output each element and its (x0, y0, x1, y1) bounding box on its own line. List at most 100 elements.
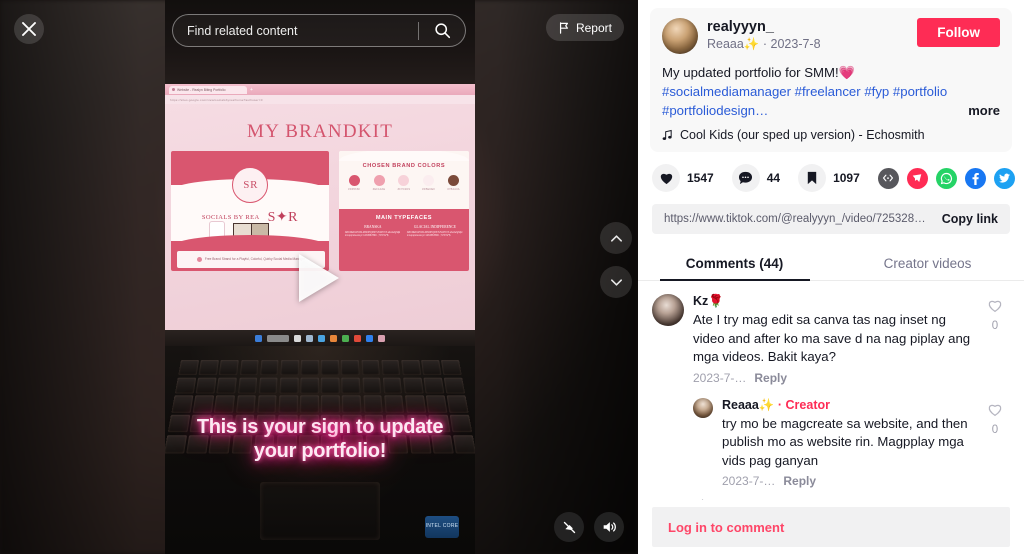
login-to-comment-label[interactable]: Log in to comment (668, 520, 784, 535)
color-chip (348, 175, 360, 186)
caption-more-button[interactable]: more (962, 101, 1000, 121)
facebook-icon[interactable] (964, 167, 986, 189)
video-url: https://www.tiktok.com/@realyyyn_/video/… (664, 213, 932, 226)
caption-text: My updated portfolio for SMM!💗 (662, 65, 856, 80)
telegram-icon[interactable] (906, 167, 928, 189)
tab-comments[interactable]: Comments (44) (638, 246, 831, 280)
brand-monogram: S✦R (267, 210, 298, 225)
music-row[interactable]: Cool Kids (our sped up version) - Echosm… (662, 128, 1000, 142)
comment-count: 44 (766, 171, 781, 186)
tiktok-video-page: Website - Realyn Biting Portfolio + http… (0, 0, 1024, 554)
search-icon[interactable] (419, 22, 465, 39)
chevron-up-icon (610, 234, 622, 242)
taskbar-icon (255, 334, 262, 342)
report-button[interactable]: Report (545, 14, 624, 41)
author-row: realyyyn_ Reaaa✨ · 2023-7-8 Follow (662, 18, 1000, 54)
video-player-panel[interactable]: Website - Realyn Biting Portfolio + http… (0, 0, 638, 554)
comment-reply-button[interactable]: Reply (783, 474, 816, 488)
no-interruption-icon[interactable] (554, 512, 584, 542)
comment-reply-button[interactable]: Reply (754, 371, 787, 385)
player-controls[interactable] (554, 512, 624, 542)
report-label: Report (575, 20, 612, 35)
tab-favicon (172, 88, 175, 91)
avatar[interactable] (693, 397, 713, 418)
related-content-search[interactable] (172, 14, 466, 47)
taskbar-icon (342, 334, 349, 342)
video-navigation[interactable] (600, 222, 632, 298)
tagline-icon (196, 257, 202, 262)
brand-colors-card: CHOSEN BRAND COLORS #D9566F #EFA0AE #F7D… (338, 151, 469, 271)
music-title: Cool Kids (our sped up version) - Echosm… (680, 128, 925, 143)
tab-creator-videos[interactable]: Creator videos (831, 246, 1024, 280)
like-stat[interactable]: 1547 (652, 164, 714, 193)
typeface-name: BRANSKA (364, 225, 382, 229)
author-username[interactable]: realyyyn_ (707, 18, 821, 36)
comment-author[interactable]: Reaaa✨ · Creator (722, 398, 971, 413)
windows-taskbar (165, 330, 475, 346)
copy-link-button[interactable]: Copy link (932, 212, 998, 226)
laptop-trackpad (260, 482, 380, 540)
comment-like-count: 0 (991, 423, 999, 436)
taskbar-icon (354, 334, 361, 342)
comment-like[interactable]: 0 (980, 294, 1010, 384)
video-link-row[interactable]: https://www.tiktok.com/@realyyyn_/video/… (652, 204, 1010, 235)
color-chip (373, 175, 385, 186)
brandkit-title: MY BRANDKIT (246, 121, 394, 142)
color-item: #FBEDEF (418, 175, 440, 191)
comment-like[interactable]: 0 (980, 398, 1010, 488)
address-bar: https://sites.google.com/view/socialsbyr… (165, 95, 475, 104)
engagement-bar: 1547 44 1097 (638, 152, 1024, 193)
comment-author[interactable]: Kz🌹 (693, 294, 971, 309)
follow-button[interactable]: Follow (917, 18, 1000, 47)
avatar[interactable] (652, 294, 684, 327)
share-icons[interactable] (877, 167, 1024, 189)
brandkit-cards: S R SOCIALS BY REA S✦R Free Brand Strand… (165, 143, 475, 271)
browser-tab: Website - Realyn Biting Portfolio (169, 85, 247, 94)
color-label: #EFA0AE (372, 188, 386, 191)
comment-meta: 2023-7-… Reply (693, 371, 971, 385)
twitter-icon[interactable] (993, 167, 1015, 189)
new-tab-icon: + (250, 86, 253, 93)
search-input[interactable] (173, 23, 418, 38)
whatsapp-icon[interactable] (935, 167, 957, 189)
colors-card-top (338, 151, 469, 161)
color-label: #F7D2D9 (397, 188, 411, 191)
heart-icon[interactable] (652, 164, 680, 193)
avatar[interactable] (662, 18, 698, 54)
browser-tab-label: Website - Realyn Biting Portfolio (177, 87, 226, 92)
comment-date: 2023-7-… (693, 370, 747, 385)
intel-badge: INTEL CORE (425, 516, 459, 538)
login-input-box[interactable]: Log in to comment (652, 507, 1010, 547)
taskbar-icon (318, 334, 325, 342)
volume-icon[interactable] (594, 512, 624, 542)
comment-stat[interactable]: 44 (731, 164, 781, 193)
video-caption: My updated portfolio for SMM!💗 #socialmed… (662, 63, 1000, 121)
author-displayname-date: Reaaa✨ · 2023-7-8 (707, 37, 821, 52)
comment-like-count: 0 (991, 320, 999, 333)
bookmark-icon[interactable] (798, 164, 827, 193)
heart-outline-icon (988, 404, 1002, 416)
comment-meta: 2023-7-… Reply (722, 474, 971, 488)
sidebar-tabs[interactable]: Comments (44) Creator videos (638, 246, 1024, 282)
color-label: #D9566F (348, 188, 361, 191)
previous-video-button[interactable] (600, 222, 632, 254)
login-to-comment-bar[interactable]: Log in to comment (638, 500, 1024, 554)
comment-text: try mo be magcreate sa website, and then… (722, 415, 968, 468)
comment-date: 2023-7-… (722, 474, 776, 489)
close-icon[interactable] (14, 14, 44, 44)
author-info-card: realyyyn_ Reaaa✨ · 2023-7-8 Follow My up… (650, 8, 1012, 153)
typefaces-panel: MAIN TYPEFACES BRANSKA ABCDEFGHIJKLMNOPQ… (338, 209, 469, 271)
typeface-glyphs: ABCDEFGHIJKLMNOPQRSTUVWXYZ abcdefghijklm… (406, 231, 463, 238)
bookmark-stat[interactable]: 1097 (798, 164, 860, 193)
embed-icon[interactable] (877, 167, 899, 189)
caption-hashtags[interactable]: #socialmediamanager #freelancer #fyp #po… (662, 84, 947, 118)
color-item: #EFA0AE (368, 175, 390, 191)
play-icon[interactable] (299, 254, 339, 302)
taskbar-icon (330, 334, 337, 342)
caption-line-2: your portfolio! (253, 440, 387, 463)
comment-icon[interactable] (731, 164, 760, 193)
color-swatches: #D9566F #EFA0AE #F7D2D9 #FBEDEF #7B4A3A (339, 169, 469, 191)
color-item: #F7D2D9 (393, 175, 415, 191)
reply-author-name: Reaaa✨ (722, 397, 775, 412)
next-video-button[interactable] (600, 266, 632, 298)
